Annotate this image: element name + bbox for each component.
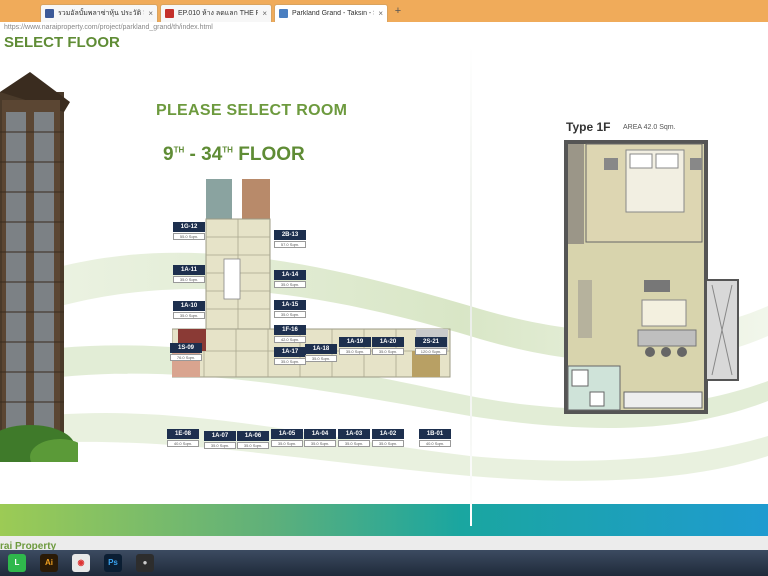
brochure-page: SELECT FLOOR PLEASE SELECT ROOM 9TH - 34…	[0, 36, 768, 550]
room-label[interactable]: 1A-05	[271, 429, 303, 439]
floor-to: 34	[201, 144, 223, 165]
room-area: 57.0 Sqm.	[274, 241, 306, 248]
room-area: 35.0 Sqm.	[338, 440, 370, 447]
room-area: 35.0 Sqm.	[274, 281, 306, 288]
room-label[interactable]: 1A-20	[372, 337, 404, 347]
room-label[interactable]: 1A-14	[274, 270, 306, 280]
room-label[interactable]: 1A-03	[338, 429, 370, 439]
room-label[interactable]: 1F-16	[274, 325, 306, 335]
room-label[interactable]: 1A-07	[204, 431, 236, 441]
close-icon[interactable]: ×	[148, 9, 153, 18]
room-area: 35.0 Sqm.	[305, 355, 337, 362]
new-tab-button[interactable]: +	[392, 5, 404, 17]
tab-2-label: EP.010 ห้าง ลดแลก THE PARKLAND	[178, 10, 258, 17]
close-icon[interactable]: ×	[262, 9, 267, 18]
line-icon[interactable]: L	[8, 554, 26, 572]
room-label[interactable]: 1A-18	[305, 344, 337, 354]
unit-type-area: AREA 42.0 Sqm.	[623, 124, 676, 131]
room-label[interactable]: 1A-19	[339, 337, 371, 347]
room-label[interactable]: 1A-17	[274, 347, 306, 357]
room-label[interactable]: 1A-11	[173, 265, 205, 275]
room-area: 40.0 Sqm.	[419, 440, 451, 447]
room-label[interactable]: 1A-02	[372, 429, 404, 439]
facebook-icon	[45, 9, 54, 18]
close-icon[interactable]: ×	[378, 9, 383, 18]
floor-word: FLOOR	[238, 144, 305, 165]
chrome-icon[interactable]: ◉	[72, 554, 90, 572]
camera-icon[interactable]: ●	[136, 554, 154, 572]
please-select-room-heading: PLEASE SELECT ROOM	[156, 102, 348, 119]
address-bar[interactable]: https://www.naraiproperty.com/project/pa…	[0, 22, 768, 37]
room-area: 35.0 Sqm.	[271, 440, 303, 447]
floor-from-suffix: TH	[173, 145, 185, 155]
room-area: 55.0 Sqm.	[173, 233, 205, 240]
room-label[interactable]: 1A-15	[274, 300, 306, 310]
floor-from: 9	[163, 144, 174, 165]
room-area: 35.0 Sqm.	[173, 276, 205, 283]
room-label[interactable]: 1A-04	[304, 429, 336, 439]
room-area: 35.0 Sqm.	[274, 311, 306, 318]
brand-text: rai Property	[0, 541, 57, 550]
photoshop-icon[interactable]: Ps	[104, 554, 122, 572]
room-label[interactable]: 1E-08	[167, 429, 199, 439]
page-icon	[279, 9, 288, 18]
room-area: 35.0 Sqm.	[304, 440, 336, 447]
unit-floor-plan	[564, 140, 739, 414]
room-label[interactable]: 1A-10	[173, 301, 205, 311]
tab-3-label: Parkland Grand - Taksin - Sathorn	[292, 10, 374, 17]
room-label[interactable]: 1A-06	[237, 431, 269, 441]
room-label[interactable]: 2S-21	[415, 337, 447, 347]
room-area: 35.0 Sqm.	[339, 348, 371, 355]
page-fold	[470, 46, 472, 526]
room-area: 76.0 Sqm.	[170, 354, 202, 361]
room-area: 35.0 Sqm.	[372, 440, 404, 447]
room-label[interactable]: 2B-13	[274, 230, 306, 240]
floor-range-heading: 9TH - 34TH FLOOR	[163, 144, 305, 165]
unit-type-title: Type 1F	[566, 120, 611, 134]
tab-2[interactable]: EP.010 ห้าง ลดแลก THE PARKLAND ×	[160, 4, 272, 22]
tab-1-label: รวมอัลบั้มพลาซ่าหุ้น ประวัติ ลิสต์	[58, 10, 144, 17]
url-text: https://www.naraiproperty.com/project/pa…	[4, 24, 213, 31]
floor-to-suffix: TH	[222, 145, 233, 155]
tower-illustration	[0, 72, 78, 462]
room-area: 120.0 Sqm.	[415, 348, 447, 355]
room-area: 35.0 Sqm.	[237, 442, 269, 449]
room-label[interactable]: 1G-12	[173, 222, 205, 232]
room-area: 42.0 Sqm.	[274, 336, 306, 343]
room-area: 35.0 Sqm.	[372, 348, 404, 355]
room-label[interactable]: 1B-01	[419, 429, 451, 439]
tab-1[interactable]: รวมอัลบั้มพลาซ่าหุ้น ประวัติ ลิสต์ ×	[40, 4, 158, 22]
browser-tab-bar: รวมอัลบั้มพลาซ่าหุ้น ประวัติ ลิสต์ × EP.…	[0, 0, 768, 22]
taskbar: L Ai ◉ Ps ●	[0, 550, 768, 576]
room-area: 35.0 Sqm.	[274, 358, 306, 365]
youtube-icon	[165, 9, 174, 18]
room-area: 40.0 Sqm.	[167, 440, 199, 447]
illustrator-icon[interactable]: Ai	[40, 554, 58, 572]
room-area: 35.0 Sqm.	[173, 312, 205, 319]
room-area: 35.0 Sqm.	[204, 442, 236, 449]
tab-3-active[interactable]: Parkland Grand - Taksin - Sathorn ×	[274, 4, 388, 22]
room-label[interactable]: 1S-09	[170, 343, 202, 353]
